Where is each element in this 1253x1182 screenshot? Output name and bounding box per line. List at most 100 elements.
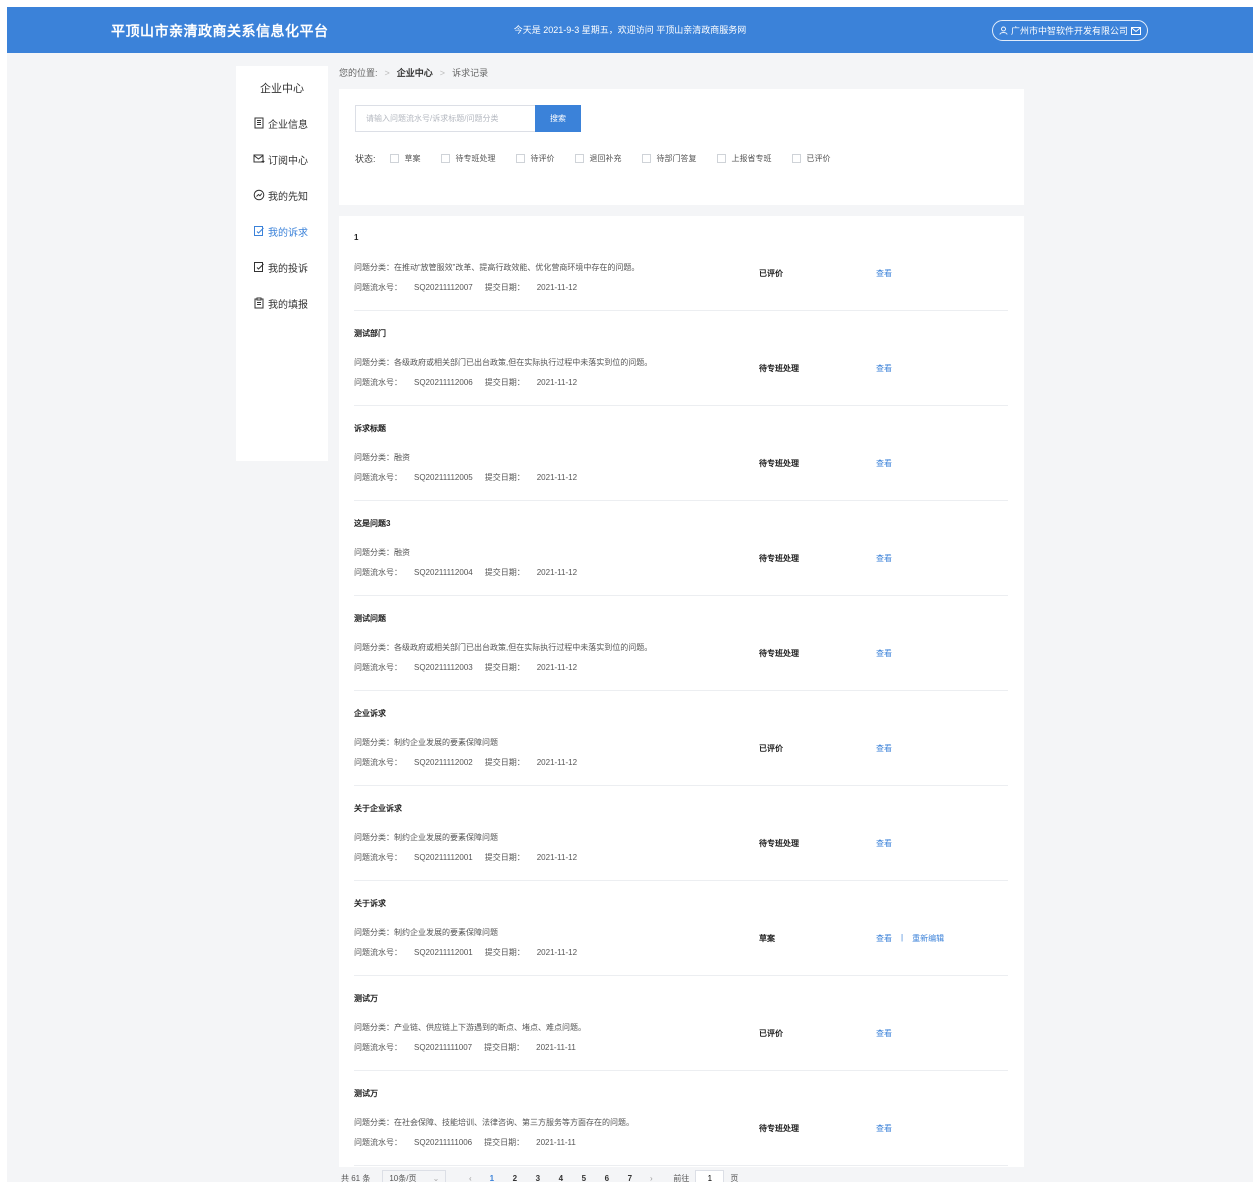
checkbox-box[interactable] bbox=[641, 154, 651, 163]
page-number[interactable]: 5 bbox=[572, 1174, 595, 1182]
record-title[interactable]: 1 bbox=[354, 233, 358, 242]
breadcrumb-link-enterprise[interactable]: 企业中心 bbox=[397, 66, 433, 79]
record-title[interactable]: 关于企业诉求 bbox=[354, 803, 402, 814]
record-title[interactable]: 这是问题3 bbox=[354, 518, 390, 529]
record-category: 问题分类：融资 bbox=[354, 452, 410, 463]
sidebar-item-4[interactable]: 我的诉求 bbox=[253, 223, 308, 239]
sidebar-item-1[interactable]: 企业信息 bbox=[253, 115, 308, 131]
status-option-label: 已评价 bbox=[806, 154, 831, 163]
view-link[interactable]: 查看 bbox=[876, 838, 892, 849]
serial-label: 问题流水号： bbox=[354, 473, 402, 482]
page-number[interactable]: 4 bbox=[549, 1174, 572, 1182]
serial-label: 问题流水号： bbox=[354, 378, 402, 387]
sidebar-item-label: 企业信息 bbox=[268, 119, 308, 131]
serial-number: 问题流水号： SQ20211112001 bbox=[354, 948, 473, 957]
serial-value: SQ20211112007 bbox=[414, 283, 473, 292]
pagination: 共 61 条 10条/页 ⌄ ‹ 1234567 › 前往 页 bbox=[341, 1170, 738, 1182]
status-label: 状态: bbox=[355, 154, 376, 164]
checkbox-box[interactable] bbox=[716, 154, 726, 163]
sidebar-item-5[interactable]: 我的投诉 bbox=[253, 259, 308, 275]
category-value: 制约企业发展的要素保障问题 bbox=[394, 833, 498, 842]
view-link[interactable]: 查看 bbox=[876, 268, 892, 279]
serial-label: 问题流水号： bbox=[354, 283, 402, 292]
record-title[interactable]: 诉求标题 bbox=[354, 423, 386, 434]
record-title[interactable]: 企业诉求 bbox=[354, 708, 386, 719]
category-label: 问题分类： bbox=[354, 548, 394, 557]
record-meta: 问题流水号： SQ20211112001 提交日期： 2021-11-12 bbox=[354, 947, 577, 958]
checkbox-box[interactable] bbox=[440, 154, 450, 163]
view-link[interactable]: 查看 bbox=[876, 363, 892, 374]
category-value: 融资 bbox=[394, 453, 410, 462]
status-checkbox[interactable]: 退回补充 bbox=[574, 153, 622, 164]
sidebar-item-3[interactable]: 我的先知 bbox=[253, 187, 308, 203]
search-input[interactable] bbox=[355, 105, 535, 132]
status-checkbox[interactable]: 草案 bbox=[389, 153, 421, 164]
next-page-icon[interactable]: › bbox=[641, 1174, 661, 1182]
category-value: 各级政府或相关部门已出台政策,但在实际执行过程中未落实到位的问题。 bbox=[394, 643, 653, 652]
checkbox-box[interactable] bbox=[791, 154, 801, 163]
top-header: 平顶山市亲清政商关系信息化平台 今天是 2021-9-3 星期五，欢迎访问 平顶… bbox=[7, 7, 1253, 53]
record-meta: 问题流水号： SQ20211112002 提交日期： 2021-11-12 bbox=[354, 757, 577, 768]
record-title[interactable]: 测试万 bbox=[354, 993, 378, 1004]
sidebar-item-2[interactable]: 订阅中心 bbox=[253, 151, 308, 167]
view-link[interactable]: 查看 bbox=[876, 1028, 892, 1039]
action-divider: | bbox=[901, 933, 904, 942]
status-checkbox[interactable]: 待部门答复 bbox=[641, 153, 697, 164]
building-icon bbox=[253, 117, 265, 129]
status-option-label: 待部门答复 bbox=[656, 154, 697, 163]
view-link[interactable]: 查看 bbox=[876, 553, 892, 564]
page-number[interactable]: 6 bbox=[595, 1174, 618, 1182]
goto-label: 前往 bbox=[673, 1174, 690, 1182]
reedit-link[interactable]: 重新编辑 bbox=[912, 933, 944, 944]
page-number[interactable]: 7 bbox=[618, 1174, 641, 1182]
status-checkbox[interactable]: 待评价 bbox=[515, 153, 555, 164]
checkbox-box[interactable] bbox=[574, 154, 584, 163]
category-label: 问题分类： bbox=[354, 358, 394, 367]
record-meta: 问题流水号： SQ20211112003 提交日期： 2021-11-12 bbox=[354, 662, 577, 673]
sidebar-item-label: 我的诉求 bbox=[268, 227, 308, 239]
record-meta: 问题流水号： SQ20211112007 提交日期： 2021-11-12 bbox=[354, 282, 577, 293]
serial-value: SQ20211112002 bbox=[414, 758, 473, 767]
record-title[interactable]: 关于诉求 bbox=[354, 898, 386, 909]
serial-value: SQ20211112004 bbox=[414, 568, 473, 577]
record-category: 问题分类：制约企业发展的要素保障问题 bbox=[354, 737, 498, 748]
record-meta: 问题流水号： SQ20211112004 提交日期： 2021-11-12 bbox=[354, 567, 577, 578]
record-meta: 问题流水号： SQ20211111006 提交日期： 2021-11-11 bbox=[354, 1137, 576, 1148]
record-title[interactable]: 测试问题 bbox=[354, 613, 386, 624]
serial-value: SQ20211112001 bbox=[414, 853, 473, 862]
status-badge: 已评价 bbox=[759, 269, 783, 278]
submit-date: 提交日期： 2021-11-12 bbox=[485, 378, 577, 387]
sidebar-item-6[interactable]: 我的填报 bbox=[253, 295, 308, 311]
search-button[interactable]: 搜索 bbox=[535, 105, 581, 132]
prev-page-icon[interactable]: ‹ bbox=[460, 1174, 480, 1182]
view-link[interactable]: 查看 bbox=[876, 1123, 892, 1134]
date-label: 提交日期： bbox=[484, 568, 525, 577]
submit-date: 提交日期： 2021-11-12 bbox=[485, 948, 577, 957]
view-link[interactable]: 查看 bbox=[876, 743, 892, 754]
view-link[interactable]: 查看 bbox=[876, 648, 892, 659]
record-category: 问题分类：制约企业发展的要素保障问题 bbox=[354, 832, 498, 843]
page-number[interactable]: 1 bbox=[480, 1174, 503, 1182]
view-link[interactable]: 查看 bbox=[876, 933, 892, 944]
serial-label: 问题流水号： bbox=[354, 663, 402, 672]
company-account-button[interactable]: 广州市中智软件开发有限公司 bbox=[991, 20, 1148, 41]
page-size-select[interactable]: 10条/页 ⌄ bbox=[382, 1170, 447, 1182]
status-badge: 草案 bbox=[759, 934, 775, 943]
status-checkbox[interactable]: 上报省专班 bbox=[716, 153, 772, 164]
serial-number: 问题流水号： SQ20211111007 bbox=[354, 1043, 472, 1052]
status-checkbox[interactable]: 待专班处理 bbox=[440, 153, 496, 164]
breadcrumb: 您的位置: > 企业中心 > 诉求记录 bbox=[339, 66, 488, 79]
submit-date: 提交日期： 2021-11-12 bbox=[485, 283, 577, 292]
page-number[interactable]: 2 bbox=[503, 1174, 526, 1182]
checkbox-box[interactable] bbox=[389, 154, 399, 163]
record-title[interactable]: 测试部门 bbox=[354, 328, 386, 339]
view-link[interactable]: 查看 bbox=[876, 458, 892, 469]
record-title[interactable]: 测试万 bbox=[354, 1088, 378, 1099]
goto-page-input[interactable] bbox=[695, 1170, 725, 1182]
status-badge: 待专班处理 bbox=[759, 649, 799, 658]
record-category: 问题分类：各级政府或相关部门已出台政策,但在实际执行过程中未落实到位的问题。 bbox=[354, 357, 652, 368]
goto-page: 前往 页 bbox=[673, 1170, 738, 1182]
status-checkbox[interactable]: 已评价 bbox=[791, 153, 831, 164]
checkbox-box[interactable] bbox=[515, 154, 525, 163]
page-number[interactable]: 3 bbox=[526, 1174, 549, 1182]
